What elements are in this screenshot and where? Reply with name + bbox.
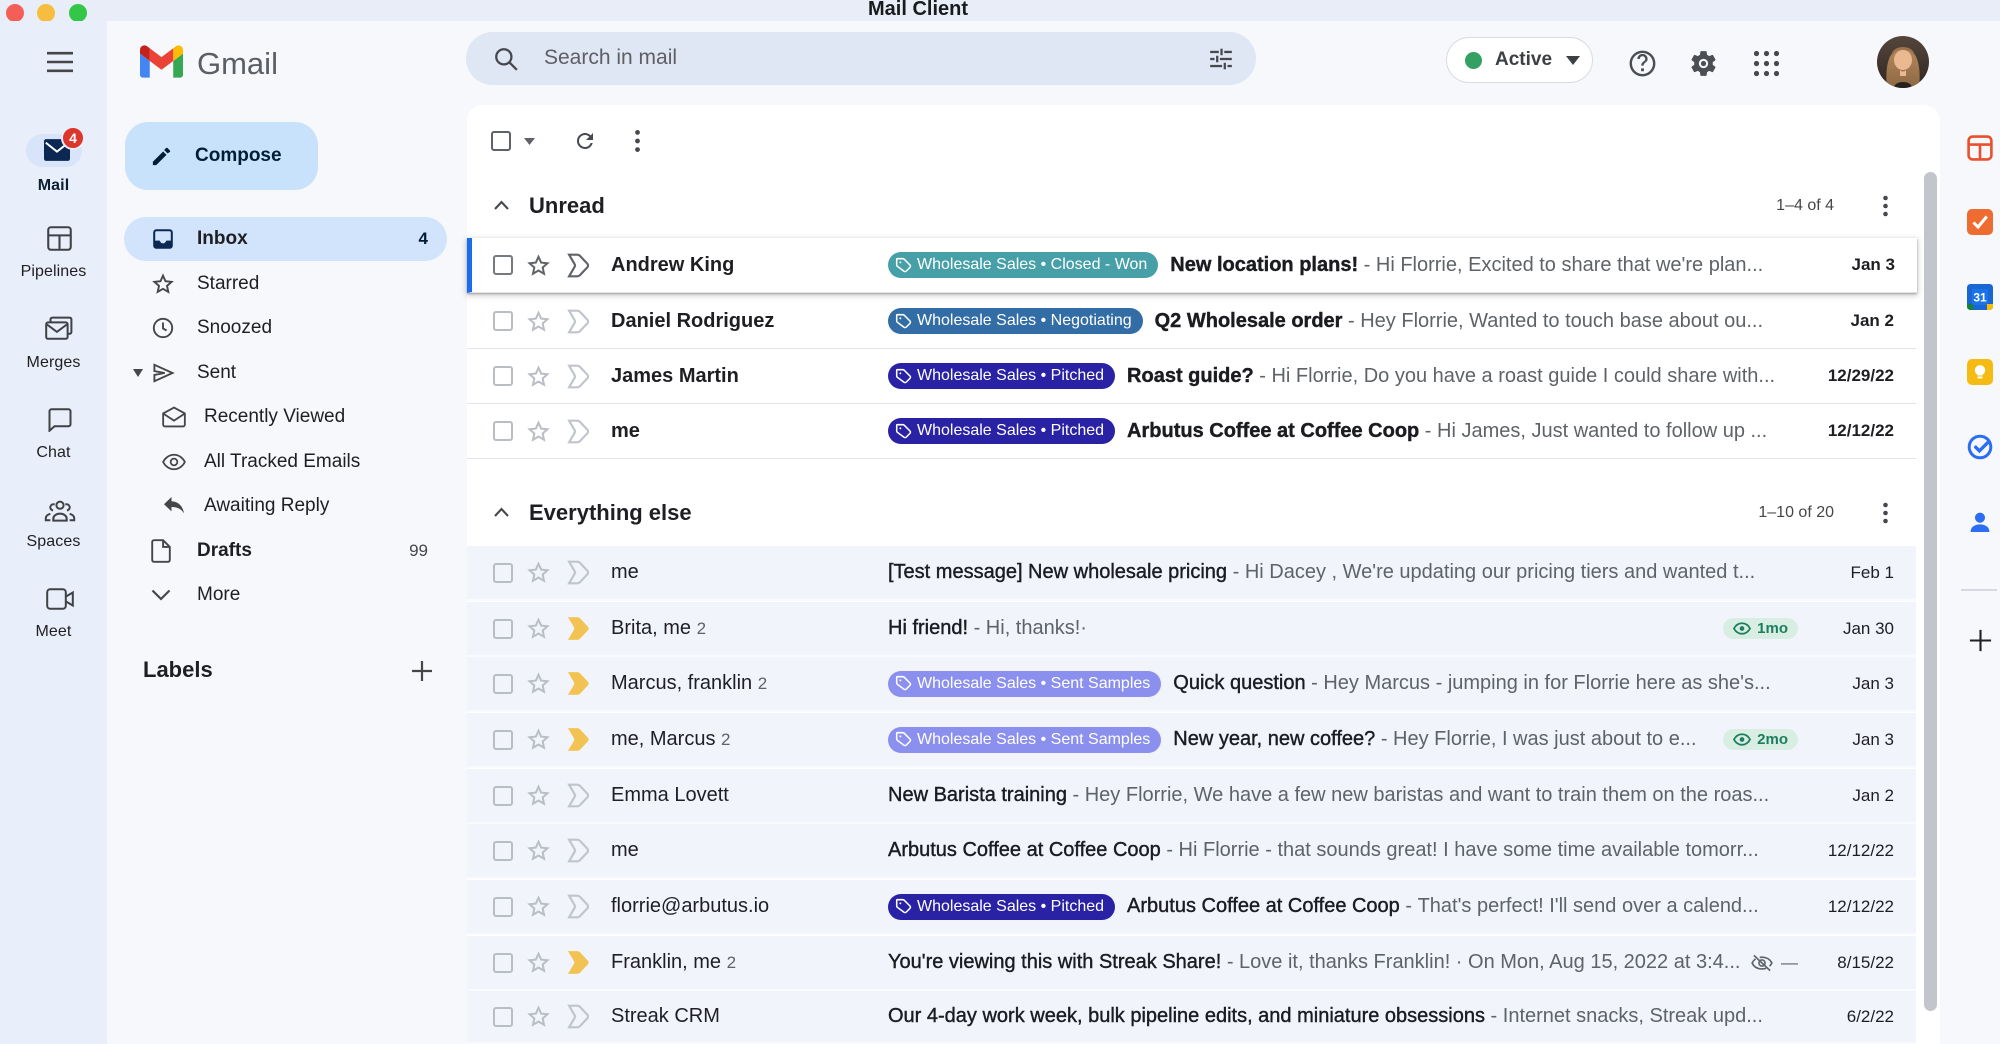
svg-text:31: 31: [1973, 291, 1987, 305]
